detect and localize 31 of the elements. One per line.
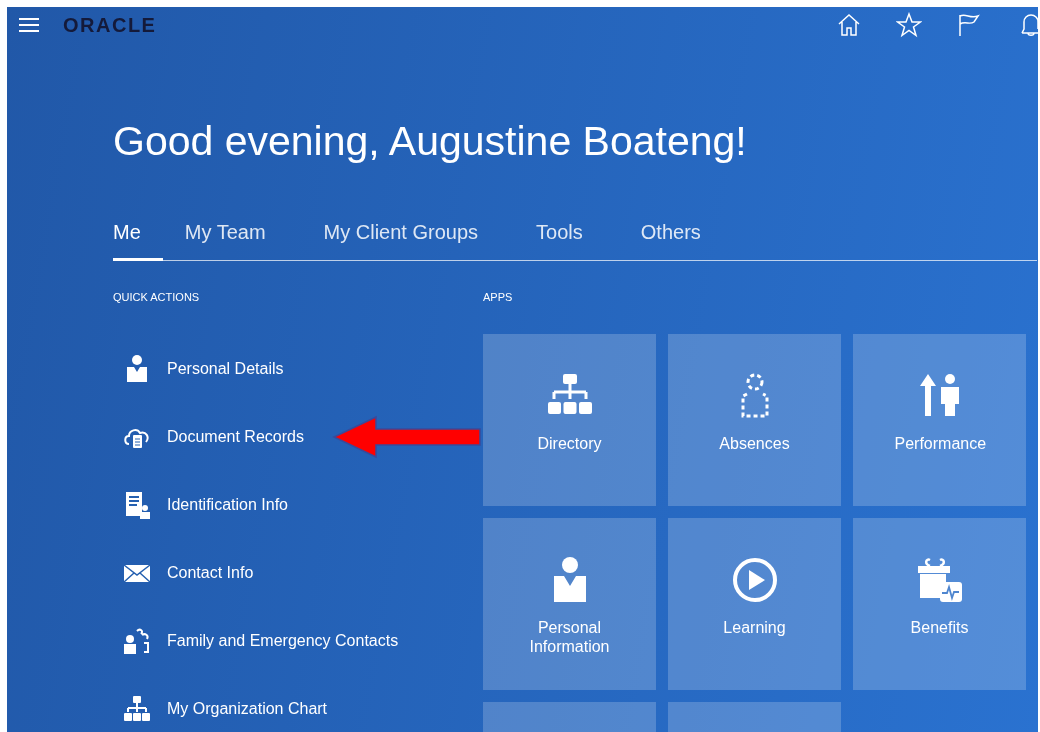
tab[interactable]: Me (113, 209, 163, 261)
quick-action-link[interactable]: Contact Info (167, 564, 254, 582)
greeting: Good evening, Augustine Boateng! (113, 117, 748, 165)
quick-action-link[interactable]: My Organization Chart (167, 700, 328, 718)
tab[interactable]: My Client Groups (323, 209, 479, 261)
org-chart-icon (122, 694, 152, 724)
quick-action-link[interactable]: Identification Info (167, 496, 288, 514)
people-icon (122, 626, 152, 656)
app-tile[interactable]: Benefits (853, 518, 1026, 690)
flag-icon[interactable] (956, 12, 982, 38)
tab[interactable]: Tools (536, 209, 583, 261)
play-icon (730, 556, 779, 604)
app-tile[interactable]: Absences (668, 334, 841, 506)
quick-action-link[interactable]: Document Records (167, 428, 304, 446)
section-heading: QUICK ACTIONS (113, 291, 201, 305)
menu-icon (19, 17, 39, 33)
app-tile[interactable]: Personal Information (483, 518, 656, 690)
section-heading: APPS (483, 291, 514, 305)
home-icon[interactable] (836, 12, 862, 38)
star-icon[interactable] (896, 12, 922, 38)
app-tile[interactable]: Performance (853, 334, 1026, 506)
gift-icon (915, 556, 964, 604)
quick-action-link[interactable]: Personal Details (167, 360, 284, 378)
app-tile[interactable]: Learning (668, 518, 841, 690)
logo: ORACLE (63, 13, 157, 37)
app-tile[interactable]: Directory (483, 334, 656, 506)
quick-action-link[interactable]: Family and Emergency Contacts (167, 632, 399, 650)
bell-icon[interactable] (1020, 12, 1038, 38)
menu-button[interactable] (17, 15, 41, 35)
tab[interactable]: Others (640, 209, 701, 261)
tab[interactable]: My Team (184, 209, 266, 261)
